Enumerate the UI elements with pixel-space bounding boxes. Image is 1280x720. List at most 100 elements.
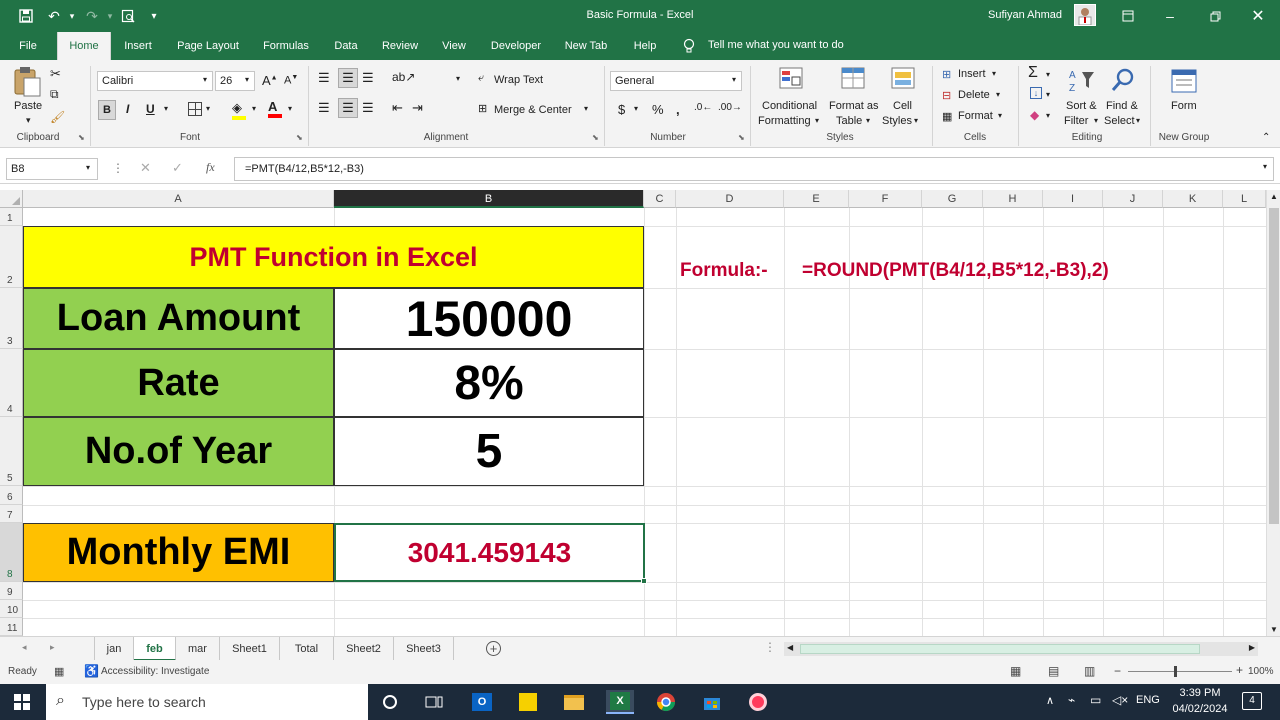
sheet-tab-sheet2[interactable]: Sheet2 [334,637,394,661]
worksheet-grid[interactable]: A B C D E F G H I J K L 1 2 3 4 5 6 7 8 … [0,190,1266,636]
fill-handle[interactable] [641,578,647,584]
underline-icon[interactable]: U [146,102,155,116]
merge-center-icon[interactable]: ⊞ [478,102,487,115]
wrap-text-icon[interactable]: ⤶ [478,72,484,85]
conditional-formatting-dropdown-icon[interactable]: ▾ [815,116,819,125]
cell-styles-label-1[interactable]: Cell [893,100,912,112]
language-indicator[interactable]: ENG [1136,694,1160,706]
sheet-tab-sheet1[interactable]: Sheet1 [220,637,280,661]
confirm-entry-icon[interactable]: ✓ [172,160,183,176]
comma-style-icon[interactable]: , [676,102,680,117]
tab-home[interactable]: Home [57,32,111,60]
windows-start-icon[interactable] [8,690,36,714]
zoom-level[interactable]: 100% [1248,666,1274,677]
title-cell[interactable]: PMT Function in Excel [23,226,644,288]
normal-view-icon[interactable]: ▦ [1010,664,1021,678]
sheet-tab-feb[interactable]: feb [134,637,176,661]
column-header-h[interactable]: H [983,190,1043,208]
column-header-l[interactable]: L [1223,190,1266,208]
tab-file[interactable]: File [8,32,48,60]
column-header-j[interactable]: J [1103,190,1163,208]
increase-font-icon[interactable]: A▲ [262,73,278,88]
row-header-10[interactable]: 10 [0,600,23,618]
outlook-icon[interactable]: O [468,690,496,714]
sort-filter-dropdown-icon[interactable]: ▾ [1094,116,1098,125]
conditional-formatting-label-1[interactable]: Conditional [762,100,817,112]
column-header-b[interactable]: B [334,190,644,208]
percent-icon[interactable]: % [652,102,664,117]
sheet-tab-mar[interactable]: mar [176,637,220,661]
sort-filter-icon[interactable]: AZ [1068,66,1096,94]
clock-date[interactable]: 04/02/2024 [1166,703,1234,715]
tab-data[interactable]: Data [326,32,366,60]
align-center-icon[interactable]: ☰ [338,98,358,118]
loan-amount-label[interactable]: Loan Amount [23,288,334,349]
decrease-font-icon[interactable]: A▼ [284,74,298,87]
column-header-c[interactable]: C [644,190,676,208]
align-right-icon[interactable]: ☰ [362,100,374,116]
file-explorer-icon[interactable] [560,690,588,714]
accessibility-status[interactable]: Accessibility: Investigate [101,666,209,677]
clock-time[interactable]: 3:39 PM [1168,687,1232,699]
tab-split-handle-icon[interactable]: ⋮ [764,640,776,654]
expand-formula-bar-icon[interactable]: ▾ [1263,162,1267,171]
format-cells-label[interactable]: Format [958,110,993,122]
font-size-dropdown-icon[interactable]: ▾ [245,75,249,84]
insert-cells-dropdown-icon[interactable]: ▾ [992,69,996,78]
minimize-icon[interactable]: – [1160,6,1180,26]
align-left-icon[interactable]: ☰ [318,100,330,116]
find-select-icon[interactable] [1110,66,1138,94]
row-header-1[interactable]: 1 [0,208,23,226]
zoom-in-icon[interactable]: + [1236,663,1243,677]
delete-cells-icon[interactable]: ⊟ [942,89,951,102]
row-header-11[interactable]: 11 [0,618,23,636]
increase-indent-icon[interactable]: ⇥ [412,100,423,116]
cortana-icon[interactable] [376,690,404,714]
tab-new-tab[interactable]: New Tab [558,32,614,60]
rate-value[interactable]: 8% [334,349,644,417]
autosum-dropdown-icon[interactable]: ▾ [1046,70,1050,79]
formula-note-label[interactable]: Formula:- [680,260,768,282]
insert-cells-icon[interactable]: ⊞ [942,68,951,81]
italic-icon[interactable]: I [126,102,129,116]
formula-input[interactable]: =PMT(B4/12,B5*12,-B3) [245,163,364,175]
scroll-up-icon[interactable]: ▲ [1270,192,1278,201]
formula-bar-menu-icon[interactable]: ⋮ [112,161,124,175]
font-color-dropdown-icon[interactable]: ▾ [288,104,292,113]
accessibility-icon[interactable]: ♿ [84,664,99,678]
scroll-down-icon[interactable]: ▼ [1270,625,1278,634]
cell-styles-icon[interactable] [890,66,918,92]
sheet-tab-total[interactable]: Total [280,637,334,661]
horizontal-scroll-thumb[interactable] [800,644,1200,654]
format-as-table-label-1[interactable]: Format as [829,100,879,112]
copy-icon[interactable]: ⧉ [50,87,59,102]
borders-dropdown-icon[interactable]: ▾ [206,104,210,113]
column-header-a[interactable]: A [23,190,334,208]
screen-recorder-icon[interactable] [744,690,772,714]
undo-dropdown-icon[interactable]: ▾ [62,6,82,26]
delete-cells-label[interactable]: Delete [958,89,990,101]
insert-cells-label[interactable]: Insert [958,68,986,80]
paste-dropdown-icon[interactable]: ▾ [26,115,31,126]
new-sheet-icon[interactable]: + [486,641,501,656]
zoom-out-icon[interactable]: − [1114,664,1121,678]
monthly-emi-value[interactable]: 3041.459143 [334,523,645,582]
merge-center-dropdown-icon[interactable]: ▾ [584,104,588,113]
ribbon-display-options-icon[interactable] [1118,6,1138,26]
taskbar-search-placeholder[interactable]: Type here to search [82,694,206,710]
fill-color-icon[interactable]: ◈ [232,100,246,120]
save-icon[interactable] [16,6,36,26]
borders-icon[interactable] [188,102,202,116]
tab-help[interactable]: Help [624,32,666,60]
macro-recording-icon[interactable]: ▦ [54,665,64,678]
cancel-entry-icon[interactable]: ✕ [140,160,151,176]
format-as-table-icon[interactable] [840,66,868,92]
column-header-e[interactable]: E [784,190,849,208]
monthly-emi-label[interactable]: Monthly EMI [23,523,334,582]
conditional-formatting-icon[interactable] [778,66,806,92]
chrome-icon[interactable] [652,690,680,714]
format-as-table-dropdown-icon[interactable]: ▾ [866,116,870,125]
row-header-3[interactable]: 3 [0,288,23,349]
vertical-scrollbar[interactable]: ▲ ▼ [1266,190,1280,636]
row-header-2[interactable]: 2 [0,226,23,288]
